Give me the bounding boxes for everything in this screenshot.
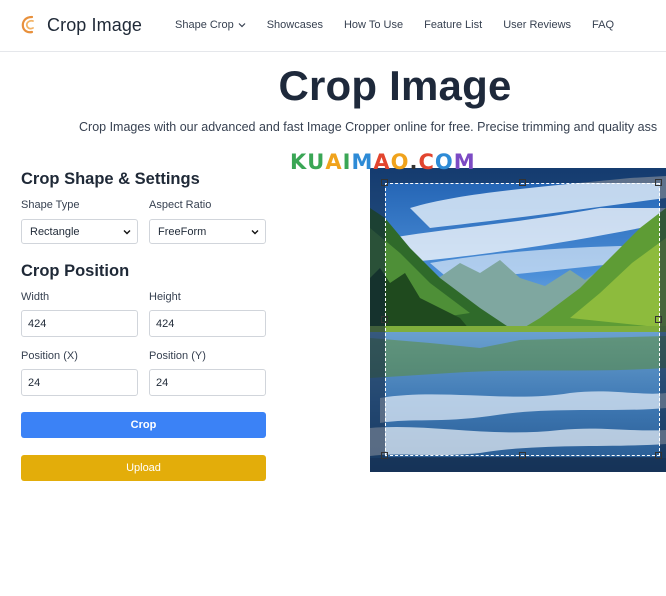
crop-handle-top-right[interactable]: [655, 179, 662, 186]
watermark-letter: A: [373, 150, 391, 174]
nav-label: Shape Crop: [175, 19, 234, 31]
position-x-label: Position (X): [21, 350, 78, 362]
brand-name: Crop Image: [47, 14, 143, 35]
nav-item-shape-crop[interactable]: Shape Crop: [175, 19, 246, 31]
position-x-input[interactable]: [21, 369, 138, 396]
shape-type-value: Rectangle: [30, 225, 80, 238]
chevron-down-icon: [238, 23, 246, 28]
watermark-letter: O: [390, 150, 410, 174]
watermark-letter: A: [325, 150, 343, 174]
width-input[interactable]: [21, 310, 138, 337]
shape-type-select[interactable]: Rectangle: [21, 219, 138, 244]
nav-label: Showcases: [266, 19, 323, 31]
crop-handle-top[interactable]: [519, 179, 526, 186]
kuaimao-watermark: KUAIMAO.COM: [290, 150, 476, 174]
crop-handle-left[interactable]: [381, 316, 388, 323]
page-subtitle: Crop Images with our advanced and fast I…: [79, 120, 658, 134]
watermark-letter: I: [342, 150, 352, 174]
nav-label: Feature List: [424, 19, 483, 31]
position-y-label: Position (Y): [149, 350, 206, 362]
width-label: Width: [21, 291, 50, 303]
height-input[interactable]: [149, 310, 266, 337]
watermark-letter: .: [409, 150, 419, 174]
shape-type-label: Shape Type: [21, 199, 80, 211]
nav-item-user-reviews[interactable]: User Reviews: [503, 19, 571, 31]
crop-position-title: Crop Position: [21, 262, 130, 280]
crop-handle-bottom[interactable]: [519, 452, 526, 459]
watermark-letter: U: [307, 150, 326, 174]
crop-button[interactable]: Crop: [21, 412, 266, 438]
crop-logo-icon: [21, 15, 34, 34]
nav-label: How To Use: [343, 19, 404, 31]
watermark-letter: C: [418, 150, 435, 174]
crop-selection-box[interactable]: [385, 183, 660, 456]
nav-item-faq[interactable]: FAQ: [592, 19, 614, 31]
brand[interactable]: Crop Image: [20, 14, 142, 36]
watermark-letter: K: [290, 150, 308, 174]
nav-item-feature-list[interactable]: Feature List: [424, 19, 482, 31]
nav-item-how-to-use[interactable]: How To Use: [344, 19, 403, 31]
upload-button[interactable]: Upload: [21, 455, 266, 481]
nav-label: FAQ: [592, 19, 615, 31]
page-title: Crop Image: [278, 62, 512, 109]
watermark-letter: O: [434, 150, 454, 174]
nav-item-showcases[interactable]: Showcases: [267, 19, 323, 31]
aspect-ratio-value: FreeForm: [158, 225, 207, 238]
watermark-letter: M: [453, 150, 476, 174]
main-nav: Shape Crop Showcases How To Use Feature …: [175, 19, 614, 31]
watermark-letter: M: [351, 150, 374, 174]
height-label: Height: [149, 291, 181, 303]
aspect-ratio-select[interactable]: FreeForm: [149, 219, 266, 244]
aspect-ratio-label: Aspect Ratio: [149, 199, 212, 211]
chevron-down-icon: [123, 229, 131, 234]
chevron-down-icon: [251, 229, 259, 234]
top-navbar: Crop Image Shape Crop Showcases How To U…: [0, 0, 666, 52]
position-y-input[interactable]: [149, 369, 266, 396]
crop-handle-bottom-left[interactable]: [381, 452, 388, 459]
nav-label: User Reviews: [503, 19, 572, 31]
crop-handle-top-left[interactable]: [381, 179, 388, 186]
shape-settings-title: Crop Shape & Settings: [21, 170, 200, 188]
crop-handle-bottom-right[interactable]: [655, 452, 662, 459]
crop-handle-right[interactable]: [655, 316, 662, 323]
